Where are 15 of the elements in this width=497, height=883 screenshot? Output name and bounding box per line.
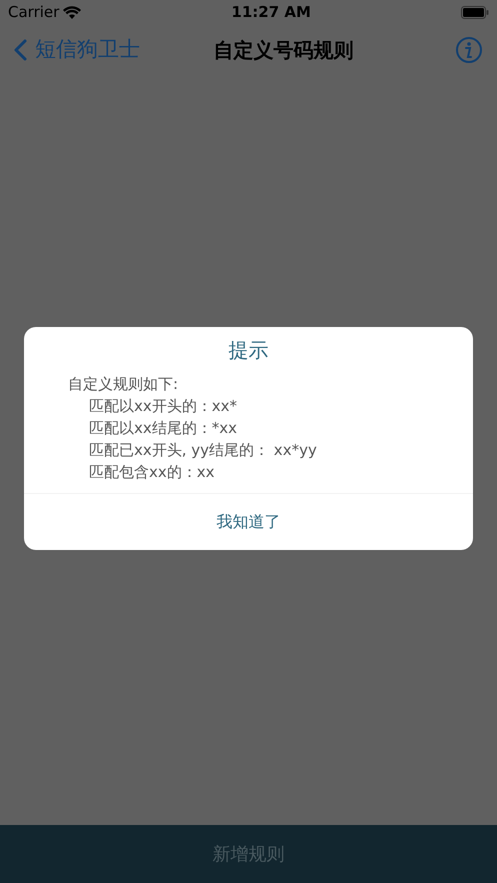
alert-title: 提示 xyxy=(228,337,270,364)
back-chevron-icon xyxy=(14,39,27,61)
info-icon[interactable] xyxy=(455,36,483,64)
nav-title: 自定义号码规则 xyxy=(214,37,354,64)
message-heading: 自定义规则如下: xyxy=(68,374,180,395)
wifi-icon xyxy=(63,6,82,19)
rule-text: 匹配包含xx的：xx xyxy=(88,462,216,483)
rule-text: 匹配以xx开头的：xx* xyxy=(88,396,238,417)
battery-icon xyxy=(460,6,489,19)
rule-text: 匹配已xx开头, yy结尾的： xx*yy xyxy=(88,440,318,461)
carrier-label: Carrier xyxy=(8,2,60,24)
time-label: 11:27 AM xyxy=(231,2,311,24)
rule-text: 匹配以xx结尾的：*xx xyxy=(88,418,238,439)
back-button[interactable]: 短信狗卫士 xyxy=(14,34,140,66)
confirm-button[interactable]: 我知道了 xyxy=(24,493,473,550)
